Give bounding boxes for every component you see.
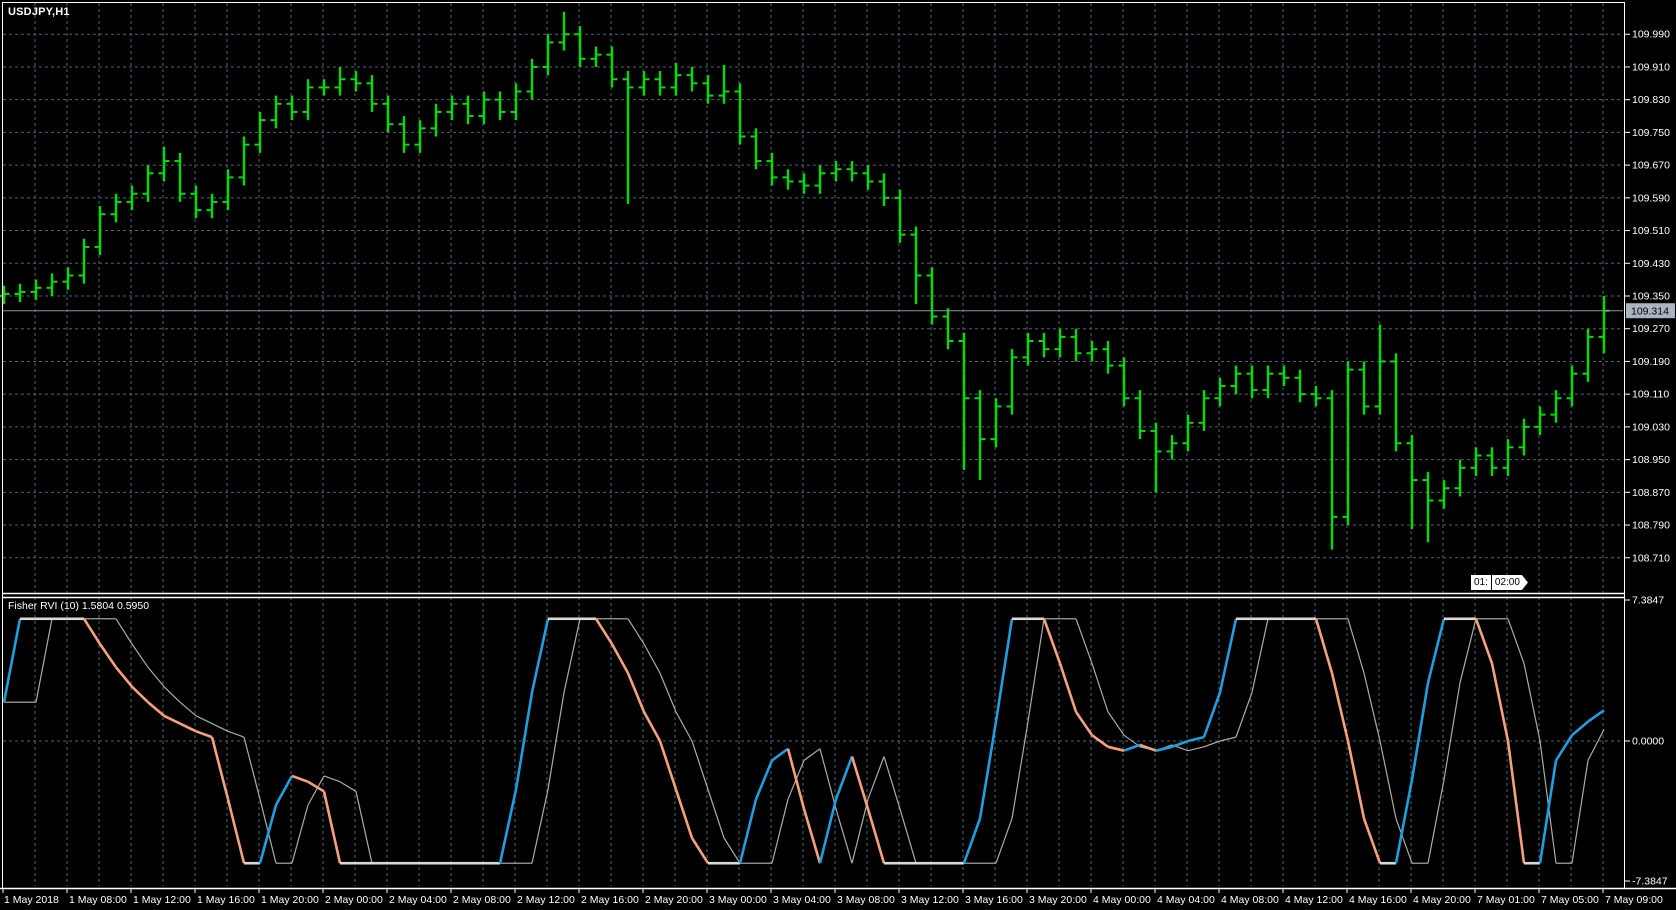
svg-text:2 May 20:00: 2 May 20:00	[645, 894, 703, 906]
svg-text:109.030: 109.030	[1632, 421, 1670, 433]
svg-text:109.430: 109.430	[1632, 258, 1670, 270]
svg-text:109.270: 109.270	[1632, 323, 1670, 335]
pane-frame	[0, 2, 1676, 890]
svg-text:1 May 12:00: 1 May 12:00	[133, 894, 191, 906]
ohlc-bars	[0, 11, 1610, 550]
svg-text:1 May 08:00: 1 May 08:00	[69, 894, 127, 906]
svg-text:3 May 20:00: 3 May 20:00	[1029, 894, 1087, 906]
price-axis[interactable]: 109.990 109.910 109.830 109.750 109.670 109.5…	[1624, 29, 1675, 565]
tooltip-hours: 01:	[1471, 575, 1491, 590]
time-tooltip: 01: 02:00	[1471, 575, 1528, 590]
svg-text:7 May 01:00: 7 May 01:00	[1477, 894, 1535, 906]
svg-text:3 May 08:00: 3 May 08:00	[837, 894, 895, 906]
svg-text:109.314: 109.314	[1631, 306, 1669, 318]
svg-text:109.110: 109.110	[1632, 389, 1669, 401]
svg-text:109.350: 109.350	[1632, 291, 1670, 303]
svg-text:4 May 16:00: 4 May 16:00	[1349, 894, 1407, 906]
svg-text:3 May 00:00: 3 May 00:00	[709, 894, 767, 906]
chart-canvas[interactable]: 109.990 109.910 109.830 109.750 109.670 109.5…	[0, 0, 1676, 910]
svg-text:3 May 04:00: 3 May 04:00	[773, 894, 831, 906]
svg-text:109.670: 109.670	[1632, 160, 1670, 172]
svg-text:2 May 04:00: 2 May 04:00	[389, 894, 447, 906]
svg-text:3 May 16:00: 3 May 16:00	[965, 894, 1023, 906]
time-axis[interactable]: 1 May 2018 1 May 08:00 1 May 12:00 1 May 16…	[2, 889, 1663, 906]
svg-text:7 May 09:00: 7 May 09:00	[1605, 894, 1663, 906]
svg-text:4 May 00:00: 4 May 00:00	[1093, 894, 1151, 906]
grid-lines	[34, 3, 1604, 886]
svg-text:2 May 08:00: 2 May 08:00	[453, 894, 511, 906]
svg-text:2 May 00:00: 2 May 00:00	[325, 894, 383, 906]
indicator-axis[interactable]: 7.3847 0.0000 -7.3847	[1624, 595, 1668, 888]
svg-text:0.0000: 0.0000	[1632, 736, 1664, 748]
svg-text:4 May 04:00: 4 May 04:00	[1157, 894, 1215, 906]
mt4-chart-window: 109.990 109.910 109.830 109.750 109.670 109.5…	[0, 0, 1676, 910]
svg-text:1 May 2018: 1 May 2018	[4, 894, 59, 906]
svg-text:109.990: 109.990	[1632, 29, 1670, 41]
svg-text:109.830: 109.830	[1632, 94, 1670, 106]
svg-text:109.510: 109.510	[1632, 225, 1670, 237]
svg-text:109.750: 109.750	[1632, 127, 1670, 139]
svg-text:4 May 08:00: 4 May 08:00	[1221, 894, 1279, 906]
svg-text:109.910: 109.910	[1632, 61, 1670, 73]
svg-text:109.590: 109.590	[1632, 192, 1670, 204]
svg-text:3 May 12:00: 3 May 12:00	[901, 894, 959, 906]
svg-text:108.950: 108.950	[1632, 454, 1670, 466]
svg-text:2 May 12:00: 2 May 12:00	[517, 894, 575, 906]
tooltip-minutes: 02:00	[1492, 575, 1528, 590]
svg-text:2 May 16:00: 2 May 16:00	[581, 894, 639, 906]
svg-text:108.710: 108.710	[1632, 552, 1670, 564]
symbol-period-label: USDJPY,H1	[8, 6, 70, 18]
svg-text:-7.3847: -7.3847	[1632, 876, 1668, 888]
indicator-label: Fisher RVI (10) 1.5804 0.5950	[8, 600, 150, 612]
svg-text:108.790: 108.790	[1632, 520, 1670, 532]
svg-text:4 May 20:00: 4 May 20:00	[1413, 894, 1471, 906]
svg-text:109.190: 109.190	[1632, 356, 1670, 368]
svg-text:7 May 05:00: 7 May 05:00	[1541, 894, 1599, 906]
svg-text:1 May 16:00: 1 May 16:00	[197, 894, 255, 906]
svg-text:4 May 12:00: 4 May 12:00	[1285, 894, 1343, 906]
svg-text:1 May 20:00: 1 May 20:00	[261, 894, 319, 906]
svg-text:108.870: 108.870	[1632, 487, 1670, 499]
svg-text:7.3847: 7.3847	[1632, 595, 1664, 607]
